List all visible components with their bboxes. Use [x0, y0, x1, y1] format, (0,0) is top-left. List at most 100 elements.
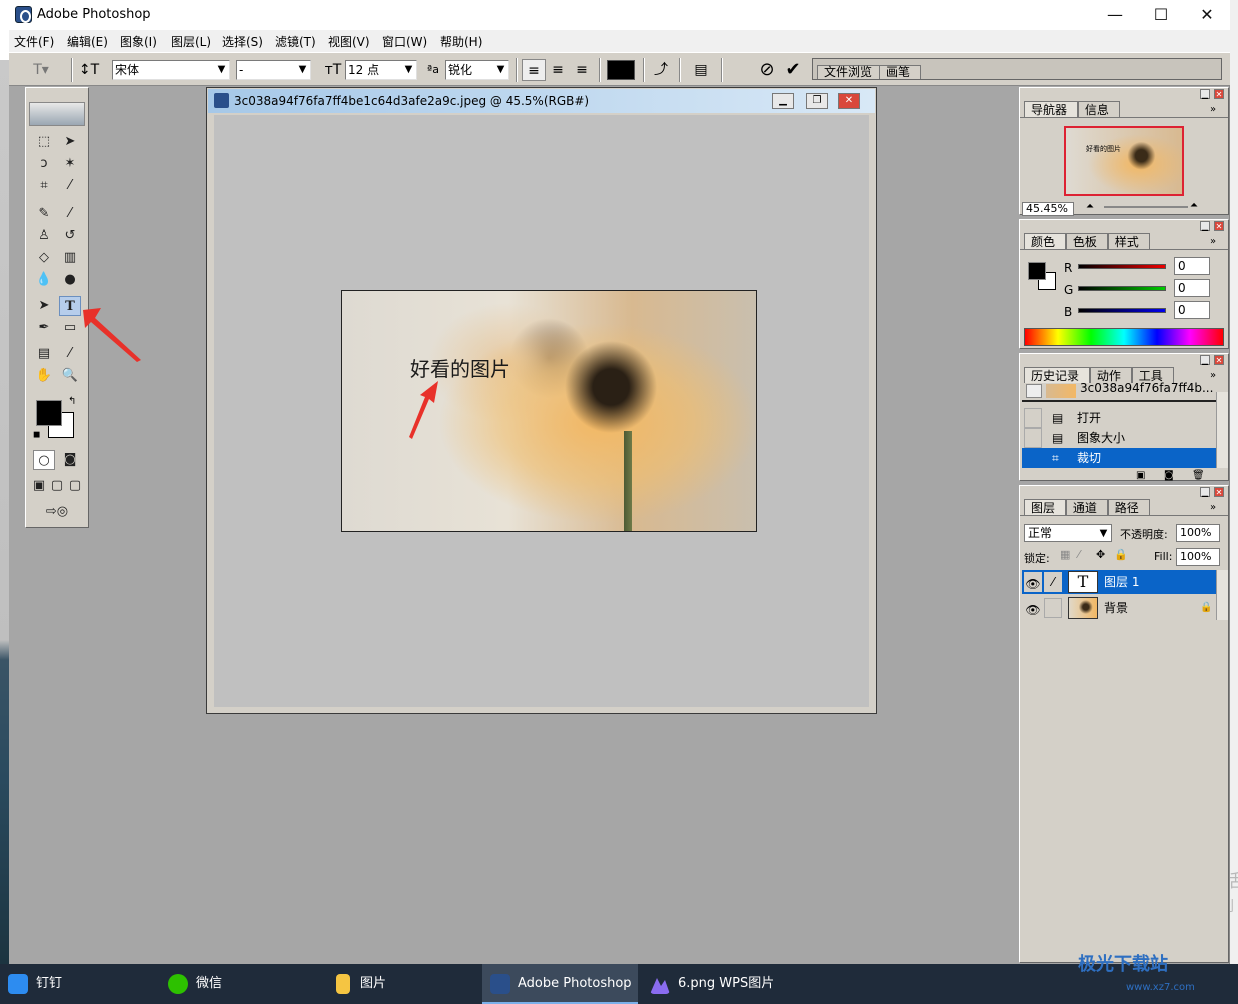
anti-alias-select[interactable]: 锐化 ▼: [445, 60, 509, 80]
pen-tool-icon[interactable]: ✒: [33, 318, 55, 338]
eye-icon[interactable]: 👁: [1024, 598, 1042, 618]
align-left-icon[interactable]: ≡: [522, 59, 546, 81]
history-source-checkbox[interactable]: [1024, 448, 1042, 468]
path-selection-icon[interactable]: ➤: [33, 296, 55, 316]
align-right-icon[interactable]: ≡: [570, 59, 594, 81]
healing-brush-icon[interactable]: ✎: [33, 204, 55, 224]
panel-minimize-icon[interactable]: ▁: [1200, 221, 1210, 231]
move-tool-icon[interactable]: ➤: [59, 132, 81, 152]
marquee-tool-icon[interactable]: ⬚: [33, 132, 55, 152]
opacity-field[interactable]: 100%: [1176, 524, 1220, 542]
history-source-checkbox[interactable]: [1024, 428, 1042, 448]
tab-swatches[interactable]: 色板: [1065, 233, 1108, 249]
tab-history[interactable]: 历史记录: [1024, 367, 1091, 383]
taskbar-item-dingtalk[interactable]: 钉钉: [0, 964, 154, 1004]
panel-menu-icon[interactable]: »: [1210, 236, 1216, 247]
history-source-checkbox[interactable]: [1024, 408, 1042, 428]
brush-link-icon[interactable]: ⁄: [1044, 572, 1062, 592]
tab-styles[interactable]: 样式: [1107, 233, 1150, 249]
swap-colors-icon[interactable]: ↰: [68, 396, 76, 407]
taskbar-item-pictures[interactable]: 图片: [324, 964, 480, 1004]
brush-tool-icon[interactable]: ⁄: [59, 204, 81, 224]
taskbar-item-wechat[interactable]: 微信: [160, 964, 320, 1004]
maximize-button[interactable]: ☐: [1138, 0, 1184, 30]
warp-text-icon[interactable]: ⤴: [649, 59, 673, 81]
eraser-tool-icon[interactable]: ◇: [33, 248, 55, 268]
history-item[interactable]: ▤ 图象大小: [1022, 428, 1216, 448]
zoom-tool-icon[interactable]: 🔍: [59, 366, 81, 386]
tab-info[interactable]: 信息: [1077, 101, 1120, 117]
text-color-swatch[interactable]: [607, 60, 635, 80]
screen-mode-full-menu-icon[interactable]: ▢: [48, 476, 66, 496]
gradient-tool-icon[interactable]: ▥: [59, 248, 81, 268]
default-colors-icon[interactable]: ◼: [33, 430, 40, 440]
tab-color[interactable]: 颜色: [1024, 233, 1067, 249]
close-button[interactable]: ✕: [1184, 0, 1230, 30]
channel-b-slider[interactable]: [1078, 308, 1166, 313]
panel-minimize-icon[interactable]: ▁: [1200, 487, 1210, 497]
layers-scrollbar[interactable]: [1216, 570, 1228, 620]
notes-tool-icon[interactable]: ▤: [33, 344, 55, 364]
zoom-in-icon[interactable]: ⏶: [1190, 200, 1198, 211]
align-center-icon[interactable]: ≡: [546, 59, 570, 81]
layer-row-selected[interactable]: 👁 ⁄ T 图层 1: [1022, 570, 1216, 594]
standard-mode-icon[interactable]: ○: [33, 450, 55, 470]
font-style-select[interactable]: - ▼: [236, 60, 311, 80]
document-close-button[interactable]: ✕: [838, 93, 860, 109]
foreground-color-swatch[interactable]: [1028, 262, 1046, 280]
channel-b-field[interactable]: 0: [1174, 301, 1210, 319]
document-minimize-button[interactable]: ▁: [772, 93, 794, 109]
new-document-icon[interactable]: ▣: [1136, 470, 1145, 481]
lock-transparent-icon[interactable]: ▦: [1060, 548, 1070, 561]
new-snapshot-icon[interactable]: ◙: [1164, 470, 1174, 481]
screen-mode-standard-icon[interactable]: ▣: [30, 476, 48, 496]
panel-close-icon[interactable]: ✕: [1214, 355, 1224, 365]
dodge-tool-icon[interactable]: ●: [59, 270, 81, 290]
zoom-field[interactable]: 45.45%: [1022, 202, 1074, 216]
text-orientation-icon[interactable]: ↕T: [77, 59, 101, 81]
channel-g-slider[interactable]: [1078, 286, 1166, 291]
jump-to-imageready-icon[interactable]: ⇨◎: [33, 502, 81, 522]
menu-filter[interactable]: 滤镜(T): [275, 33, 316, 50]
palettes-icon[interactable]: ▤: [689, 59, 713, 81]
slice-tool-icon[interactable]: ⁄: [59, 176, 81, 196]
menu-file[interactable]: 文件(F): [14, 33, 54, 50]
rectangle-tool-icon[interactable]: ▭: [59, 318, 81, 338]
magic-wand-tool-icon[interactable]: ✶: [59, 154, 81, 174]
navigator-thumbnail[interactable]: 好看的图片: [1064, 126, 1184, 196]
flower-photo[interactable]: 好看的图片: [341, 290, 757, 532]
text-layer-content[interactable]: 好看的图片: [410, 353, 510, 382]
document-restore-button[interactable]: ❐: [806, 93, 828, 109]
menu-edit[interactable]: 编辑(E): [67, 33, 108, 50]
panel-minimize-icon[interactable]: ▁: [1200, 89, 1210, 99]
tab-brushes[interactable]: 画笔: [879, 65, 922, 79]
panel-menu-icon[interactable]: »: [1210, 104, 1216, 115]
font-size-select[interactable]: 12 点 ▼: [345, 60, 417, 80]
lasso-tool-icon[interactable]: ↄ: [33, 154, 55, 174]
minimize-button[interactable]: —: [1092, 0, 1138, 30]
taskbar-item-wps[interactable]: 6.png WPS图片: [642, 964, 798, 1004]
clone-stamp-icon[interactable]: ♙: [33, 226, 55, 246]
panel-menu-icon[interactable]: »: [1210, 502, 1216, 513]
link-checkbox[interactable]: [1044, 598, 1062, 618]
menu-image[interactable]: 图象(I): [120, 33, 157, 50]
history-scrollbar[interactable]: [1216, 392, 1228, 468]
hand-tool-icon[interactable]: ✋: [33, 366, 55, 386]
menu-help[interactable]: 帮助(H): [440, 33, 482, 50]
lock-move-icon[interactable]: ✥: [1096, 548, 1105, 561]
zoom-out-icon[interactable]: ⏶: [1086, 201, 1094, 212]
tab-navigator[interactable]: 导航器: [1024, 101, 1079, 117]
blur-tool-icon[interactable]: 💧: [33, 270, 55, 290]
panel-close-icon[interactable]: ✕: [1214, 89, 1224, 99]
tab-file-browser[interactable]: 文件浏览: [817, 65, 884, 79]
commit-icon[interactable]: ✔: [781, 59, 805, 81]
blend-mode-select[interactable]: 正常 ▼: [1024, 524, 1112, 542]
menu-select[interactable]: 选择(S): [222, 33, 263, 50]
font-family-select[interactable]: 宋体 ▼: [112, 60, 230, 80]
lock-paint-icon[interactable]: ⁄: [1078, 548, 1080, 561]
eye-icon[interactable]: 👁: [1024, 572, 1042, 592]
history-snapshot[interactable]: 3c038a94f76fa7ff4b...: [1022, 381, 1216, 402]
zoom-slider[interactable]: [1104, 206, 1188, 208]
tab-paths[interactable]: 路径: [1107, 499, 1150, 515]
channel-r-field[interactable]: 0: [1174, 257, 1210, 275]
